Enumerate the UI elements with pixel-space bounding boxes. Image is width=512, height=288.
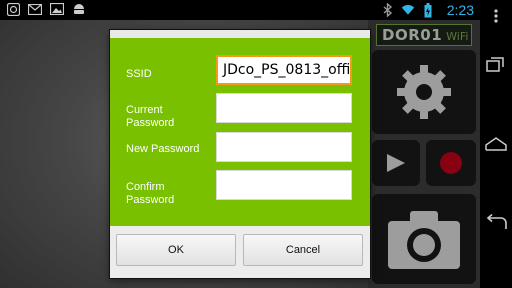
ok-button[interactable]: OK	[116, 234, 236, 266]
back-icon	[486, 214, 507, 229]
recent-apps-button[interactable]	[480, 48, 512, 80]
home-icon	[485, 137, 507, 151]
ssid-label: SSID	[126, 68, 152, 80]
current-password-label: Current Password	[126, 104, 175, 129]
new-password-label: New Password	[126, 143, 200, 155]
confirm-password-input[interactable]	[216, 170, 352, 200]
cancel-button[interactable]: Cancel	[243, 234, 363, 266]
wifi-icon	[401, 3, 415, 17]
menu-icon	[494, 9, 498, 23]
image-icon	[6, 2, 20, 16]
bluetooth-icon	[381, 3, 395, 17]
android-icon	[72, 2, 86, 16]
recent-apps-icon	[486, 57, 504, 72]
picture-icon	[50, 2, 64, 16]
menu-button[interactable]	[480, 0, 512, 32]
navigation-bar	[480, 0, 512, 288]
dialog-footer: OK Cancel	[110, 226, 370, 278]
password-form: SSID JDco_PS_0813_offi Current Password …	[110, 38, 370, 226]
status-bar: 2:23	[0, 0, 480, 20]
battery-charging-icon	[421, 2, 435, 17]
confirm-password-label: Confirm Password	[126, 181, 175, 206]
status-time: 2:23	[446, 2, 474, 18]
home-button[interactable]	[480, 128, 512, 160]
gmail-icon	[28, 2, 42, 16]
change-password-dialog: SSID JDco_PS_0813_offi Current Password …	[110, 30, 370, 278]
ssid-input[interactable]: JDco_PS_0813_offi	[216, 55, 352, 85]
back-button[interactable]	[480, 206, 512, 238]
current-password-input[interactable]	[216, 93, 352, 123]
dialog-header	[110, 30, 370, 38]
new-password-input[interactable]	[216, 132, 352, 162]
